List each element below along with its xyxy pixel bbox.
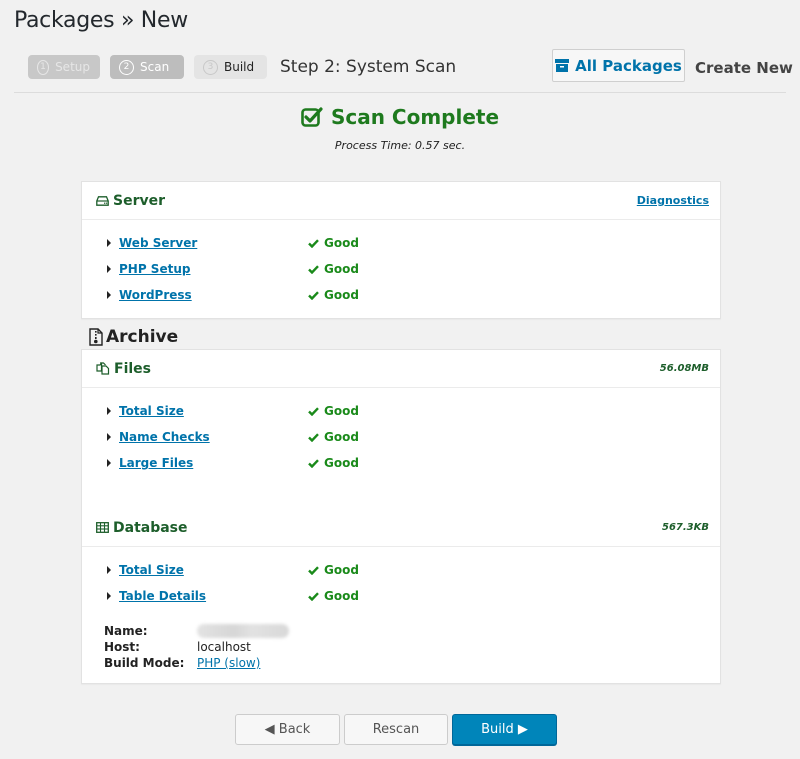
step-scan: 2 Scan [110,55,184,79]
db-host-label: Host: [104,640,140,654]
archive-heading: Archive [89,327,178,347]
expand-arrow-icon[interactable] [107,433,111,441]
file-archive-icon [89,328,103,346]
large-files-link[interactable]: Large Files [119,456,193,470]
checkmark-icon [308,432,319,442]
create-new-link[interactable]: Create New [695,59,793,77]
checkmark-icon [308,591,319,601]
status-text: Good [324,236,359,250]
wordpress-link[interactable]: WordPress [119,288,192,302]
status-good: Good [308,589,359,603]
diagnostics-link[interactable]: Diagnostics [637,194,709,207]
status-good: Good [308,456,359,470]
checkmark-icon [308,458,319,468]
status-text: Good [324,288,359,302]
server-title: Server [113,192,166,209]
status-good: Good [308,404,359,418]
check-square-icon [301,107,323,127]
step-number: 3 [203,59,218,75]
expand-arrow-icon[interactable] [107,407,111,415]
status-text: Good [324,456,359,470]
archive-title: Archive [106,327,179,347]
status-text: Good [324,589,359,603]
files-size: 56.08MB [659,363,709,374]
step-number: 1 [37,59,50,75]
status-good: Good [308,563,359,577]
checkmark-icon [308,264,319,274]
table-details-link[interactable]: Table Details [119,589,206,603]
wizard-steps: 1 Setup 2 Scan 3 Build Step 2: System Sc… [28,55,456,79]
status-text: Good [324,563,359,577]
files-icon [96,362,110,375]
archive-panel: Files 56.08MB Total Size Good Name Check… [81,349,721,684]
step-number: 2 [119,59,134,75]
build-mode-label: Build Mode: [104,656,185,670]
table-icon [96,522,109,533]
db-name-label: Name: [104,624,148,638]
server-panel: Server Diagnostics Web Server Good PHP S… [81,181,721,319]
checkmark-icon [308,238,319,248]
page-title: Packages » New [14,8,188,33]
status-text: Good [324,262,359,276]
step-label: Build [224,60,255,74]
expand-arrow-icon[interactable] [107,459,111,467]
step-setup: 1 Setup [28,55,100,79]
php-setup-link[interactable]: PHP Setup [119,262,190,276]
all-packages-label: All Packages [575,56,682,75]
expand-arrow-icon[interactable] [107,239,111,247]
scan-status-text: Scan Complete [330,105,500,129]
status-text: Good [324,430,359,444]
step-build: 3 Build [194,55,267,79]
files-title: Files [114,360,151,377]
db-host-value: localhost [197,640,251,654]
name-checks-link[interactable]: Name Checks [119,430,210,444]
web-server-link[interactable]: Web Server [119,236,197,250]
check-row: PHP Setup Good [82,256,720,282]
check-row: Total Size Good [82,557,720,583]
expand-arrow-icon[interactable] [107,291,111,299]
server-header: Server Diagnostics [82,182,720,220]
expand-arrow-icon[interactable] [107,265,111,273]
archive-box-icon [555,59,570,72]
check-row: Web Server Good [82,230,720,256]
step-label: Setup [55,60,90,74]
check-row: Large Files Good [82,450,720,476]
scan-status: Scan Complete [0,105,800,129]
checkmark-icon [308,565,319,575]
status-good: Good [308,236,359,250]
db-name-value-redacted [197,624,289,638]
back-button[interactable]: ◀ Back [235,714,340,745]
database-header: Database 567.3KB [82,509,720,547]
check-row: Table Details Good [82,583,720,609]
step-title: Step 2: System Scan [280,57,457,77]
files-total-size-link[interactable]: Total Size [119,404,184,418]
rescan-button[interactable]: Rescan [344,714,448,745]
process-time: Process Time: 0.57 sec. [334,139,466,152]
expand-arrow-icon[interactable] [107,566,111,574]
database-info: Name: Host: localhost Build Mode: PHP (s… [82,623,720,671]
status-good: Good [308,262,359,276]
checkmark-icon [308,406,319,416]
build-button[interactable]: Build ▶ [452,714,557,745]
db-total-size-link[interactable]: Total Size [119,563,184,577]
all-packages-button[interactable]: All Packages [552,49,685,82]
expand-arrow-icon[interactable] [107,592,111,600]
checkmark-icon [308,290,319,300]
files-header: Files 56.08MB [82,350,720,388]
status-good: Good [308,430,359,444]
check-row: WordPress Good [82,282,720,308]
check-row: Total Size Good [82,398,720,424]
server-icon [96,195,109,206]
header-divider [14,92,786,93]
database-size: 567.3KB [661,522,709,533]
step-label: Scan [140,60,170,74]
status-good: Good [308,288,359,302]
check-row: Name Checks Good [82,424,720,450]
build-mode-link[interactable]: PHP (slow) [197,656,260,670]
database-title: Database [113,519,188,536]
status-text: Good [324,404,359,418]
